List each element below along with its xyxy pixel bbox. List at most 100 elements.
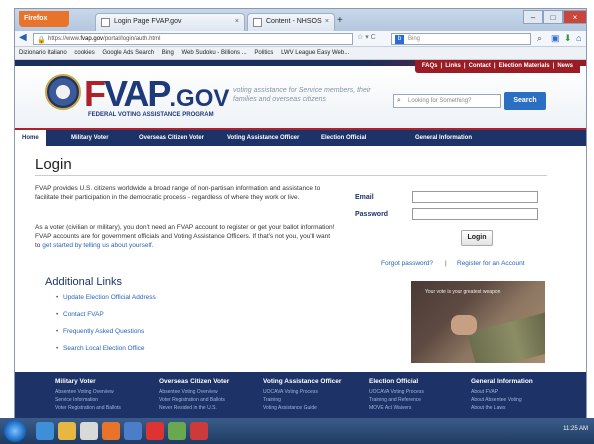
footer-link[interactable]: MOVE Act Waivers [369, 405, 411, 411]
app-icon[interactable] [190, 422, 208, 440]
footer-link[interactable]: About Absentee Voting [471, 397, 522, 403]
divider [35, 175, 547, 176]
bookmark-item[interactable]: cookies [74, 50, 94, 56]
site-search-placeholder: Looking for Something? [408, 98, 472, 104]
footer-link[interactable]: Training and Reference [369, 397, 421, 403]
download-arrow-icon[interactable]: ⬇ [564, 33, 572, 44]
link-faq[interactable]: Frequently Asked Questions [56, 328, 144, 335]
url-prefix: https://www. [48, 36, 81, 42]
link-update-election-official[interactable]: Update Election Official Address [56, 294, 156, 301]
screenshot-frame: Firefox Login Page FVAP.gov × Content - … [0, 0, 594, 444]
browser-search-placeholder: Bing [408, 36, 421, 42]
get-started-link[interactable]: get started by telling us about yourself… [42, 242, 153, 249]
start-button[interactable] [4, 420, 26, 442]
bookmark-item[interactable]: Politics [254, 50, 273, 56]
footer-link[interactable]: UOCAVA Voting Process [263, 389, 318, 395]
additional-links-heading: Additional Links [45, 276, 123, 288]
tab-label: Content - NHSOS [266, 18, 322, 25]
browser-window: Firefox Login Page FVAP.gov × Content - … [14, 8, 587, 435]
login-button[interactable]: Login [461, 230, 493, 246]
bookmark-item[interactable]: Google Ads Search [102, 50, 154, 56]
system-clock[interactable]: 11:25 AM [563, 426, 588, 432]
app-icon[interactable] [168, 422, 186, 440]
media-icon[interactable] [80, 422, 98, 440]
bookmarks-icon[interactable]: ▣ [551, 33, 560, 44]
nav-general-information[interactable]: General Information [415, 130, 472, 146]
tab-label: Login Page FVAP.gov [114, 18, 182, 25]
tab-login-page[interactable]: Login Page FVAP.gov × [95, 13, 245, 31]
page-icon [253, 18, 262, 27]
footer-link[interactable]: About FVAP [471, 389, 498, 395]
nav-home[interactable]: Home [15, 130, 46, 146]
nav-overseas-citizen-voter[interactable]: Overseas Citizen Voter [139, 130, 204, 146]
password-label: Password [355, 211, 389, 218]
close-tab-icon[interactable]: × [235, 14, 239, 30]
footer-link[interactable]: Never Resided in the U.S. [159, 405, 217, 411]
firefox-icon[interactable] [102, 422, 120, 440]
close-window-button[interactable]: × [563, 10, 586, 24]
register-account-link[interactable]: Register for an Account [457, 260, 525, 267]
logo-subtitle: FEDERAL VOTING ASSISTANCE PROGRAM [88, 112, 214, 118]
minimize-button[interactable]: – [523, 10, 543, 24]
main-navigation: Home Military Voter Overseas Citizen Vot… [15, 128, 586, 146]
bookmark-item[interactable]: Web Sudoku - Billions ... [181, 50, 246, 56]
dod-seal-icon [45, 74, 81, 110]
url-path: /portal/login/auth.html [103, 36, 161, 42]
pdf-icon[interactable] [146, 422, 164, 440]
site-header: FVAP.GOV FEDERAL VOTING ASSISTANCE PROGR… [15, 66, 586, 128]
tab-content-nhsos[interactable]: Content - NHSOS × [247, 13, 335, 31]
maximize-button[interactable]: □ [543, 10, 563, 24]
nav-voting-assistance-officer[interactable]: Voting Assistance Officer [227, 130, 299, 146]
footer-link[interactable]: Voter Registration and Ballots [159, 397, 225, 403]
footer-link[interactable]: Absentee Voting Overview [159, 389, 218, 395]
back-arrow-icon[interactable]: ◀ [19, 32, 27, 43]
footer-link[interactable]: Training [263, 397, 281, 403]
folder-icon[interactable] [58, 422, 76, 440]
nav-military-voter[interactable]: Military Voter [71, 130, 109, 146]
address-bar[interactable]: 🔒 https://www.fvap.gov/portal/login/auth… [33, 33, 353, 45]
photo-caption: Your vote is your greatest weapon [425, 289, 501, 295]
bookmark-item[interactable]: Bing [162, 50, 174, 56]
top-link-links[interactable]: Links [445, 63, 461, 69]
lock-icon: 🔒 [37, 37, 46, 44]
close-tab-icon[interactable]: × [325, 14, 329, 30]
bookmark-item[interactable]: Dizionario Italiano [19, 50, 67, 56]
link-search-local-election-office[interactable]: Search Local Election Office [56, 345, 145, 352]
footer-link[interactable]: Service Information [55, 397, 98, 403]
footer-link[interactable]: About the Laws [471, 405, 505, 411]
url-host: fvap.gov [80, 36, 104, 42]
ie-icon[interactable] [36, 422, 54, 440]
email-field[interactable] [412, 191, 538, 203]
footer-link[interactable]: Voter Registration and Ballots [55, 405, 121, 411]
intro-paragraph: FVAP provides U.S. citizens worldwide a … [35, 185, 321, 201]
site-search-button[interactable]: Search [504, 92, 546, 110]
footer-link[interactable]: Absentee Voting Overview [55, 389, 114, 395]
nav-election-official[interactable]: Election Official [321, 130, 366, 146]
page-icon [101, 18, 110, 27]
footer-heading: Overseas Citizen Voter [159, 378, 230, 385]
top-link-contact[interactable]: Contact [469, 63, 491, 69]
word-icon[interactable] [124, 422, 142, 440]
new-tab-button[interactable]: + [337, 15, 343, 26]
browser-search-input[interactable]: b Bing [391, 33, 531, 45]
search-icon[interactable]: ⌕ [537, 33, 542, 44]
footer-link[interactable]: Voting Assistance Guide [263, 405, 317, 411]
windows-taskbar: 11:25 AM [0, 418, 594, 444]
footer-link[interactable]: UOCAVA Voting Process [369, 389, 424, 395]
site-search-input[interactable]: ⌕ Looking for Something? [393, 94, 501, 108]
password-field[interactable] [412, 208, 538, 220]
bookmark-item[interactable]: LWV League Easy Web... [281, 50, 349, 56]
top-link-election-materials[interactable]: Election Materials [499, 63, 550, 69]
navigation-bar: ◀ 🔒 https://www.fvap.gov/portal/login/au… [15, 31, 586, 47]
footer-heading: Voting Assistance Officer [263, 378, 342, 385]
forgot-password-link[interactable]: Forgot password? [381, 260, 433, 267]
top-link-faqs[interactable]: FAQs [422, 63, 438, 69]
link-contact-fvap[interactable]: Contact FVAP [56, 311, 104, 318]
firefox-menu-button[interactable]: Firefox [19, 11, 69, 27]
fvap-logo[interactable]: FVAP.GOV [84, 76, 229, 117]
account-paragraph: As a voter (civilian or military), you d… [35, 224, 335, 249]
top-link-news[interactable]: News [557, 63, 573, 69]
page-title: Login [35, 156, 72, 173]
url-controls[interactable]: ☆ ▾ C [357, 33, 376, 41]
home-icon[interactable]: ⌂ [576, 33, 581, 43]
